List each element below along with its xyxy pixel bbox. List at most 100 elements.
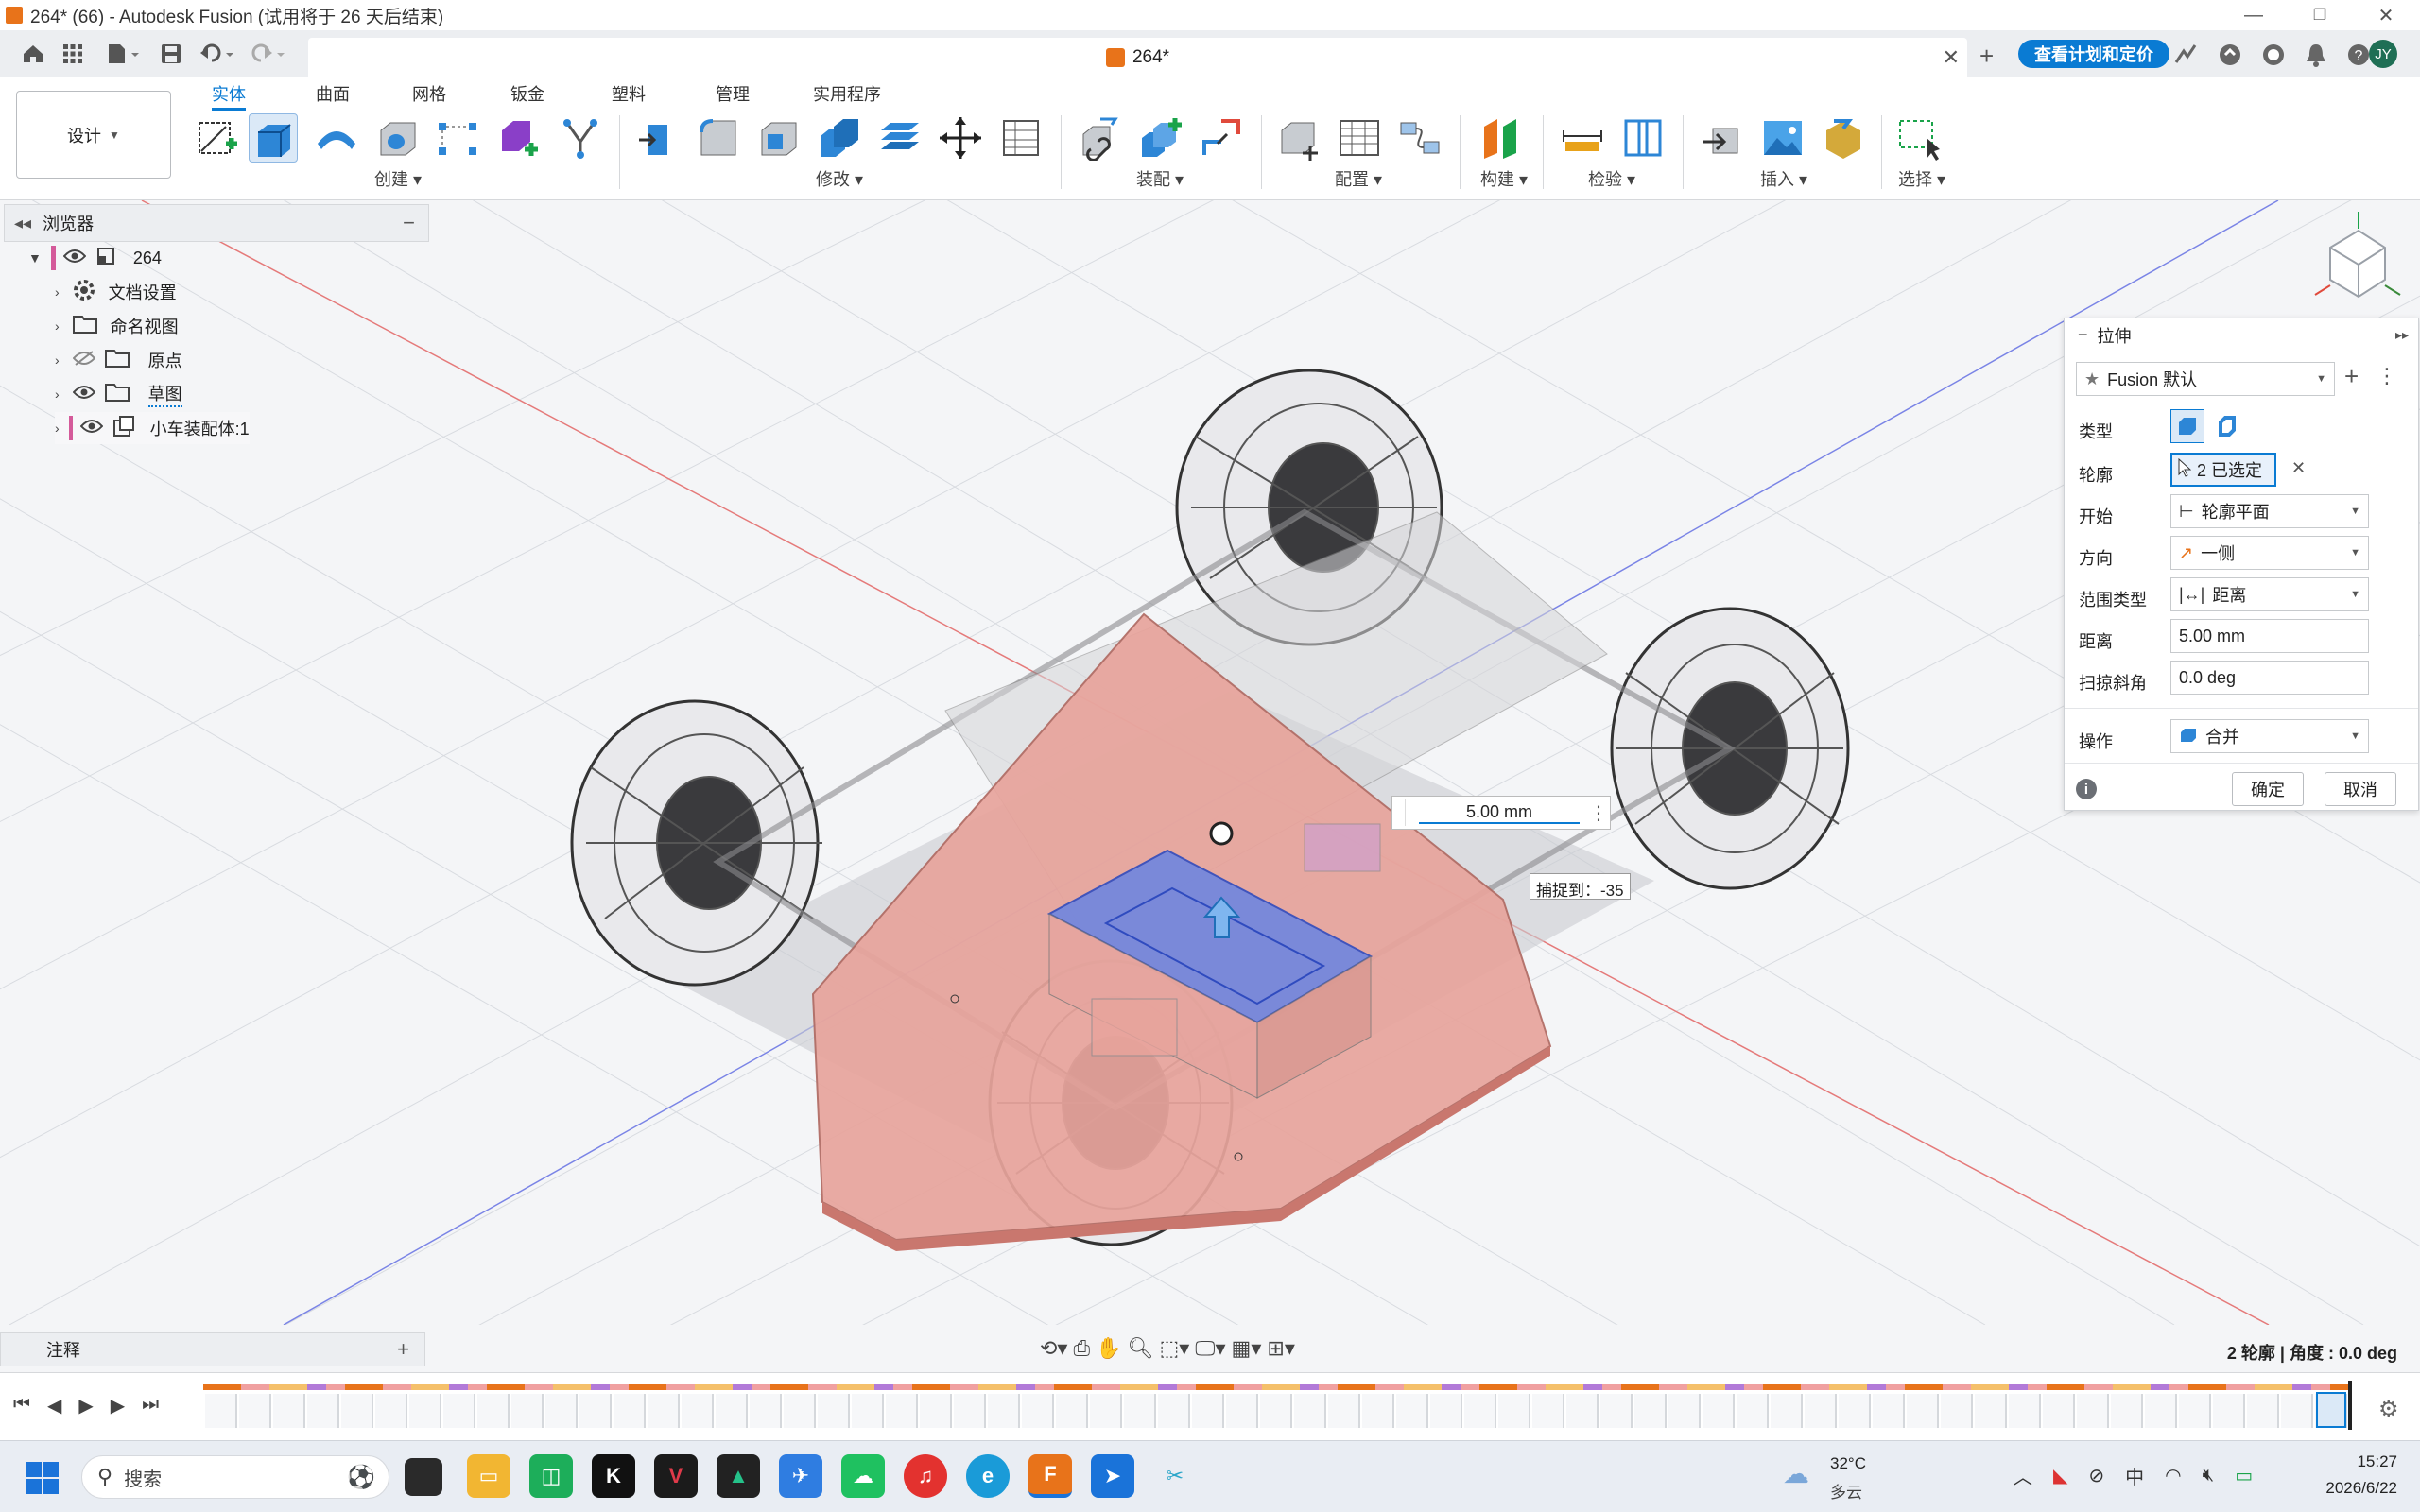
more-options-icon[interactable]: ⋮ (1589, 801, 1608, 825)
tab-mesh[interactable]: 网格 (412, 81, 446, 106)
wifi-icon[interactable]: ◠ (2165, 1464, 2181, 1487)
clock-date[interactable]: 2026/6/22 (2307, 1479, 2397, 1498)
zoom-icon[interactable]: 🔍︎ (1128, 1336, 1154, 1361)
feishu-icon[interactable]: ➤ (1091, 1454, 1134, 1498)
timeline-current-feature[interactable] (2316, 1392, 2346, 1428)
step-back-icon[interactable]: ◀ (47, 1394, 61, 1418)
battery-icon[interactable]: ▭ (2235, 1464, 2253, 1487)
cancel-button[interactable]: 取消 (2325, 772, 2396, 806)
ime-indicator[interactable]: 中 (2125, 1462, 2144, 1489)
file-menu-icon[interactable] (102, 40, 144, 68)
play-icon[interactable]: ▶ (78, 1394, 93, 1418)
create-sketch-icon[interactable] (192, 113, 241, 163)
replace-face-icon[interactable] (875, 113, 925, 163)
tab-solid[interactable]: 实体 (212, 81, 246, 111)
as-built-joint-icon[interactable] (1197, 113, 1246, 163)
collapse-dialog-icon[interactable]: − (2078, 325, 2088, 345)
go-to-start-icon[interactable]: ⏮ (13, 1394, 30, 1418)
new-tab-icon[interactable]: + (1979, 42, 1994, 71)
joint-icon[interactable] (1076, 113, 1125, 163)
operation-select[interactable]: 合并 ▼ (2170, 719, 2369, 753)
app-k-icon[interactable]: K (592, 1454, 635, 1498)
tab-sheet-metal[interactable]: 钣金 (510, 81, 544, 106)
direction-select[interactable]: ↗ 一侧 ▼ (2170, 536, 2369, 570)
close-tab-icon[interactable]: ✕ (1943, 45, 1960, 70)
measure-icon[interactable] (1558, 113, 1607, 163)
eye-hidden-icon[interactable] (72, 350, 96, 371)
clear-selection-icon[interactable]: ✕ (2291, 458, 2306, 478)
tray-app-icon[interactable]: ◣ (2053, 1464, 2067, 1487)
move-copy-icon[interactable] (936, 113, 985, 163)
add-preset-icon[interactable]: + (2344, 362, 2359, 391)
edge-browser-icon[interactable]: e (966, 1454, 1010, 1498)
configure-icon[interactable] (1274, 113, 1323, 163)
task-view-icon[interactable] (405, 1458, 442, 1496)
fillet-icon[interactable] (694, 113, 743, 163)
app-green-icon[interactable]: ◫ (529, 1454, 573, 1498)
model-canvas[interactable] (0, 200, 2420, 1325)
close-button[interactable]: ✕ (2358, 0, 2414, 30)
grid-menu-icon[interactable] (59, 40, 87, 68)
app-triangle-icon[interactable]: ▲ (717, 1454, 760, 1498)
configuration-table-icon[interactable] (1335, 113, 1384, 163)
profile-selection-button[interactable]: 2 已选定 (2170, 453, 2276, 487)
tab-surface[interactable]: 曲面 (316, 81, 350, 106)
look-at-icon[interactable]: ⎙ (1073, 1336, 1090, 1361)
chevron-right-icon[interactable]: › (55, 352, 60, 368)
chevron-right-icon[interactable]: › (55, 387, 60, 402)
tray-expand-icon[interactable]: ︿ (2014, 1462, 2032, 1489)
step-forward-icon[interactable]: ▶ (111, 1394, 125, 1418)
extent-type-select[interactable]: |↔| 距离 ▼ (2170, 577, 2369, 611)
volume-muted-icon[interactable]: 🔇︎ (2203, 1465, 2215, 1486)
tree-item-document-settings[interactable]: › 文档设置 (55, 276, 177, 308)
fit-icon[interactable]: ⬚▾ (1159, 1336, 1189, 1361)
tab-manage[interactable]: 管理 (716, 81, 750, 106)
pan-hand-icon[interactable]: ✋ (1096, 1336, 1121, 1361)
expand-dialog-icon[interactable]: ▸▸ (2395, 327, 2409, 343)
distance-overlay-input[interactable]: 5.00 mm ⋮ (1392, 796, 1611, 830)
shell-icon[interactable] (754, 113, 804, 163)
go-to-end-icon[interactable]: ⏭ (142, 1394, 159, 1418)
orbit-icon[interactable]: ⟲▾ (1040, 1336, 1067, 1361)
chevron-right-icon[interactable]: › (55, 421, 60, 436)
add-note-icon[interactable]: + (397, 1337, 409, 1362)
group-construct-label[interactable]: 构建 ▾ (1480, 166, 1528, 191)
info-icon[interactable]: i (2076, 779, 2097, 799)
distance-overlay-value[interactable]: 5.00 mm (1419, 802, 1580, 824)
offset-plane-icon[interactable] (1477, 113, 1526, 163)
chevron-right-icon[interactable]: › (55, 318, 60, 334)
help-icon[interactable]: ? (2346, 43, 2371, 67)
group-insert-label[interactable]: 插入 ▾ (1760, 166, 1807, 191)
tree-item-named-views[interactable]: › 命名视图 (55, 310, 179, 342)
chevron-right-icon[interactable]: › (55, 284, 60, 300)
extrude-dialog-header[interactable]: − 拉伸 ▸▸ (2065, 318, 2418, 352)
browser-panel-header[interactable]: ◂◂ 浏览器 − (4, 204, 429, 242)
home-icon[interactable] (19, 40, 47, 68)
file-explorer-icon[interactable]: ▭ (467, 1454, 510, 1498)
notification-bell-icon[interactable] (2305, 43, 2327, 67)
new-component-icon[interactable] (1136, 113, 1185, 163)
taskbar-search[interactable]: ⚲ 搜索 ⚽ (81, 1455, 389, 1499)
wechat-icon[interactable]: ☁ (841, 1454, 885, 1498)
windows-start-icon[interactable] (26, 1462, 59, 1499)
display-settings-icon[interactable]: 🖵▾ (1195, 1336, 1225, 1361)
hole-icon[interactable] (373, 113, 423, 163)
clock-icon[interactable] (2261, 43, 2286, 67)
type-thin-icon[interactable] (2210, 409, 2244, 443)
eye-icon[interactable] (72, 385, 96, 404)
drag-handle[interactable] (1392, 799, 1406, 826)
more-options-icon[interactable]: ⋮ (2377, 364, 2397, 388)
eye-icon[interactable] (79, 419, 104, 438)
revolve-icon[interactable] (312, 113, 361, 163)
workspace-design-button[interactable]: 设计 ▼ (16, 91, 171, 179)
start-select[interactable]: ⊢ 轮廓平面 ▼ (2170, 494, 2369, 528)
undo-icon[interactable] (197, 40, 238, 68)
grid-settings-icon[interactable]: ▦▾ (1232, 1336, 1262, 1361)
group-modify-label[interactable]: 修改 ▾ (816, 166, 863, 191)
pattern-icon[interactable] (433, 113, 482, 163)
user-avatar[interactable]: JY (2369, 40, 2397, 68)
extensions-icon[interactable] (2218, 43, 2242, 67)
minimize-button[interactable]: — (2225, 0, 2282, 30)
type-solid-icon[interactable] (2170, 409, 2204, 443)
snipping-tool-icon[interactable]: ✂ (1153, 1454, 1197, 1498)
